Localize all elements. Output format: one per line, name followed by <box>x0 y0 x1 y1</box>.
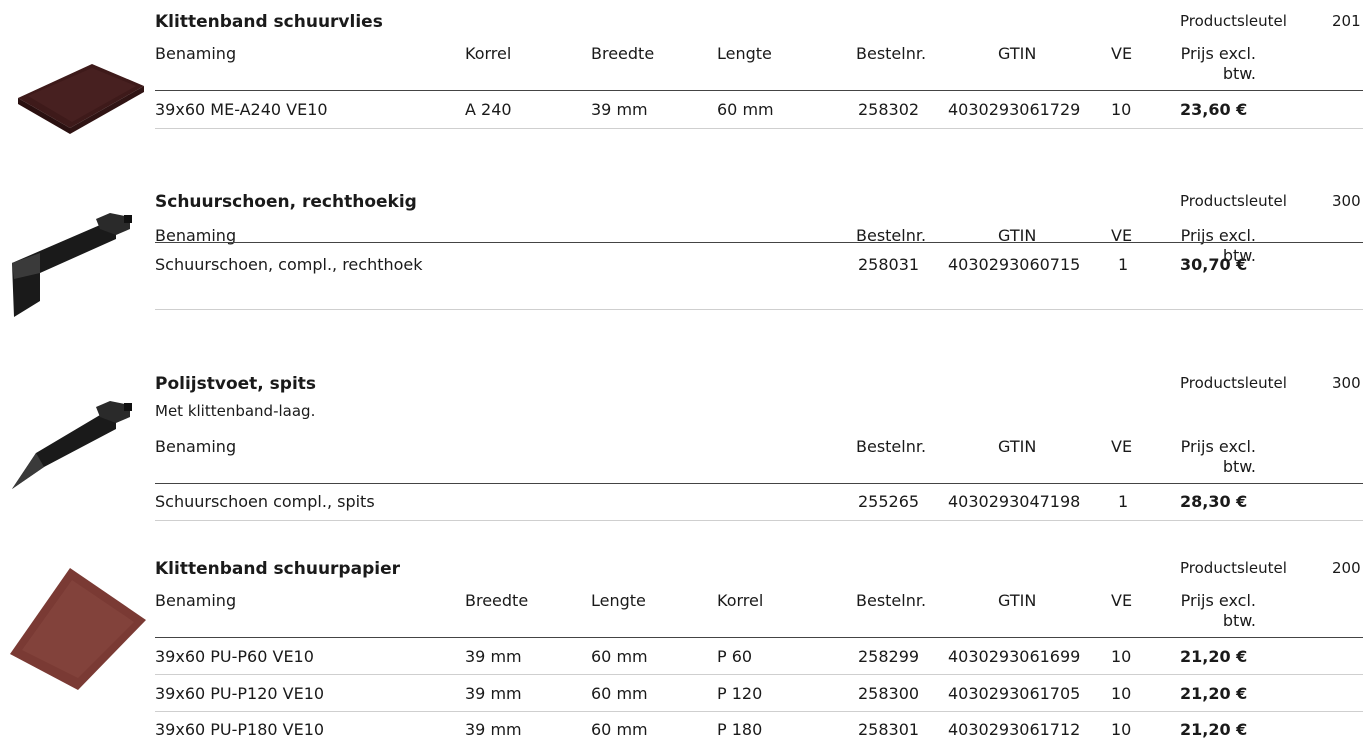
cell-grit: P 120 <box>717 684 763 703</box>
price-header-line2: btw. <box>1222 64 1256 83</box>
cell-width: 39 mm <box>465 684 522 703</box>
cell-length: 60 mm <box>591 684 648 703</box>
cell-price: 21,20 € <box>1180 684 1248 703</box>
rectangular-sanding-shoe-image <box>12 213 132 317</box>
cell-ve: 10 <box>1111 720 1132 739</box>
column-header-name: Benaming <box>155 437 237 456</box>
pointed-sanding-shoe-image <box>12 401 132 489</box>
product-key-label: Productsleutel <box>1180 374 1287 392</box>
sandpaper-sheet-image <box>10 568 146 690</box>
cell-ve: 10 <box>1111 647 1132 666</box>
cell-grit: P 180 <box>717 720 763 739</box>
cell-width: 39 mm <box>465 720 522 739</box>
header-divider <box>155 242 1363 243</box>
section-title: Polijstvoet, spits <box>155 374 317 394</box>
cell-order-number: 258302 <box>858 100 920 119</box>
cell-grit: A 240 <box>465 100 512 119</box>
product-key-label: Productsleutel <box>1180 12 1287 30</box>
column-header-ve: VE <box>1111 591 1133 610</box>
column-header-grit: Korrel <box>465 44 512 63</box>
cell-ve: 10 <box>1111 684 1132 703</box>
price-header-line2: btw. <box>1222 611 1256 630</box>
cell-ve: 10 <box>1111 100 1132 119</box>
cell-ve: 1 <box>1118 492 1129 511</box>
column-header-price: Prijs excl. btw. <box>1176 437 1256 477</box>
cell-order-number: 255265 <box>858 492 920 511</box>
header-divider <box>155 483 1363 484</box>
row-divider <box>155 674 1363 675</box>
column-header-grit: Korrel <box>717 591 764 610</box>
column-header-name: Benaming <box>155 44 237 63</box>
cell-price: 21,20 € <box>1180 647 1248 666</box>
cell-gtin: 4030293061712 <box>948 720 1081 739</box>
column-header-width: Breedte <box>591 44 655 63</box>
cell-order-number: 258301 <box>858 720 920 739</box>
section-subtitle: Met klittenband-laag. <box>155 402 316 420</box>
row-divider <box>155 520 1363 521</box>
product-key-value: 200 <box>1332 559 1361 577</box>
column-header-ve: VE <box>1111 44 1133 63</box>
column-header-order-number: Bestelnr. <box>856 591 927 610</box>
cell-grit: P 60 <box>717 647 753 666</box>
cell-name: Schuurschoen compl., spits <box>155 492 375 511</box>
column-header-width: Breedte <box>465 591 529 610</box>
cell-name: Schuurschoen, compl., rechthoek <box>155 255 423 274</box>
price-header-line1: Prijs excl. <box>1180 226 1256 245</box>
column-header-gtin: GTIN <box>998 44 1037 63</box>
column-header-ve: VE <box>1111 437 1133 456</box>
cell-length: 60 mm <box>717 100 774 119</box>
price-header-line2: btw. <box>1222 457 1256 476</box>
header-divider <box>155 637 1363 638</box>
cell-price: 30,70 € <box>1180 255 1248 274</box>
row-divider <box>155 128 1363 129</box>
fleece-pad-image <box>18 64 144 134</box>
header-divider <box>155 90 1363 91</box>
cell-gtin: 4030293061699 <box>948 647 1081 666</box>
cell-price: 23,60 € <box>1180 100 1248 119</box>
cell-gtin: 4030293061729 <box>948 100 1081 119</box>
cell-price: 28,30 € <box>1180 492 1248 511</box>
cell-gtin: 4030293060715 <box>948 255 1081 274</box>
column-header-order-number: Bestelnr. <box>856 44 927 63</box>
product-key-value: 300 <box>1332 374 1361 392</box>
product-key-label: Productsleutel <box>1180 559 1287 577</box>
column-header-length: Lengte <box>591 591 646 610</box>
column-header-price: Prijs excl. btw. <box>1176 44 1256 84</box>
column-header-name: Benaming <box>155 591 237 610</box>
product-key-value: 300 <box>1332 192 1361 210</box>
row-divider <box>155 309 1363 310</box>
cell-order-number: 258299 <box>858 647 920 666</box>
cell-name: 39x60 ME-A240 VE10 <box>155 100 328 119</box>
section-title: Schuurschoen, rechthoekig <box>155 192 417 212</box>
cell-length: 60 mm <box>591 720 648 739</box>
cell-length: 60 mm <box>591 647 648 666</box>
cell-name: 39x60 PU-P120 VE10 <box>155 684 325 703</box>
cell-name: 39x60 PU-P180 VE10 <box>155 720 325 739</box>
cell-width: 39 mm <box>591 100 648 119</box>
cell-width: 39 mm <box>465 647 522 666</box>
row-divider <box>155 711 1363 712</box>
column-header-price: Prijs excl. btw. <box>1176 591 1256 631</box>
cell-name: 39x60 PU-P60 VE10 <box>155 647 314 666</box>
column-header-length: Lengte <box>717 44 772 63</box>
product-key-label: Productsleutel <box>1180 192 1287 210</box>
cell-gtin: 4030293061705 <box>948 684 1081 703</box>
price-header-line1: Prijs excl. <box>1180 437 1256 456</box>
column-header-gtin: GTIN <box>998 437 1037 456</box>
section-title: Klittenband schuurpapier <box>155 559 400 579</box>
cell-ve: 1 <box>1118 255 1129 274</box>
product-key-value: 201 <box>1332 12 1361 30</box>
cell-gtin: 4030293047198 <box>948 492 1081 511</box>
section-title: Klittenband schuurvlies <box>155 12 383 32</box>
column-header-gtin: GTIN <box>998 591 1037 610</box>
cell-order-number: 258031 <box>858 255 920 274</box>
column-header-order-number: Bestelnr. <box>856 437 927 456</box>
cell-price: 21,20 € <box>1180 720 1248 739</box>
cell-order-number: 258300 <box>858 684 920 703</box>
price-header-line1: Prijs excl. <box>1180 44 1256 63</box>
price-header-line1: Prijs excl. <box>1180 591 1256 610</box>
